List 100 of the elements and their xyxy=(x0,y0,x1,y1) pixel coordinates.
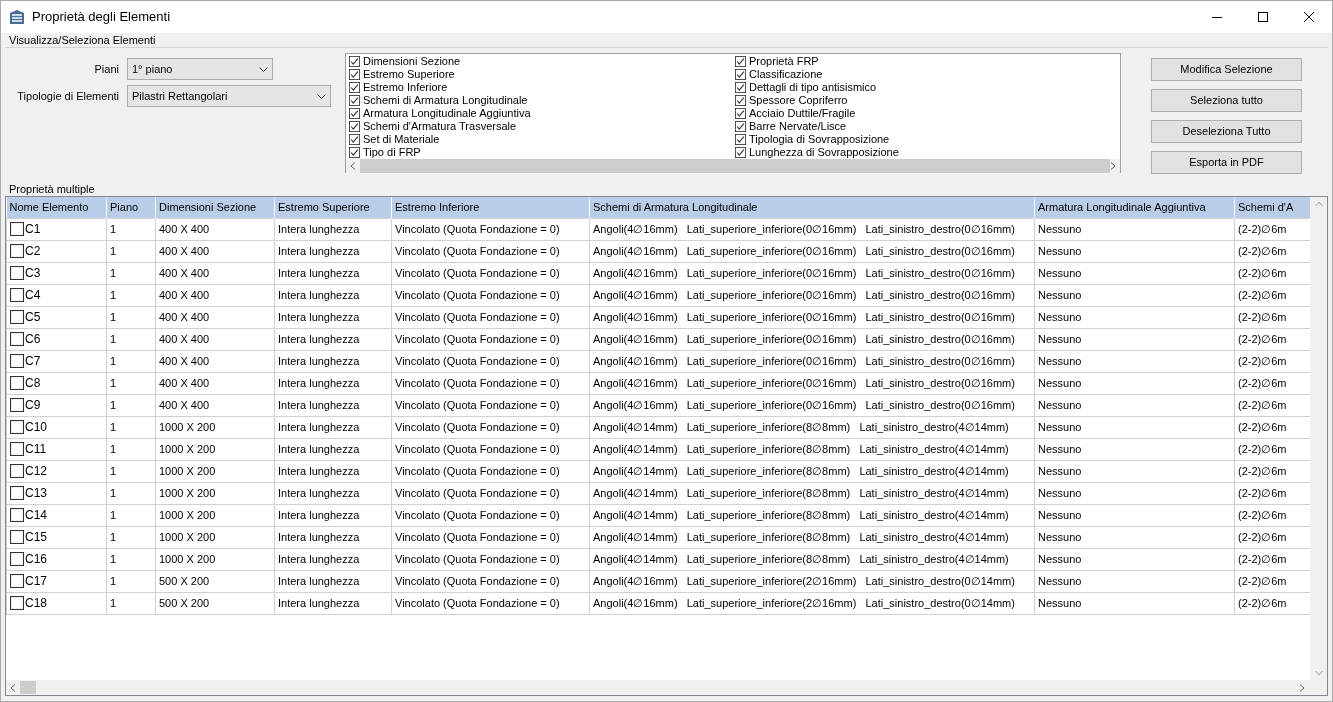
column-header[interactable]: Dimensioni Sezione xyxy=(155,197,275,218)
checkbox[interactable] xyxy=(735,134,746,145)
checkbox[interactable] xyxy=(735,56,746,67)
checkbox-label: Barre Nervate/Lisce xyxy=(749,120,847,133)
checkbox[interactable] xyxy=(349,147,360,158)
table-cell: 500 X 200 xyxy=(159,574,210,587)
dropdown[interactable]: Pilastri Rettangolari xyxy=(127,85,331,107)
checkbox[interactable] xyxy=(349,69,360,80)
table-cell: Angoli(4∅14mm) Lati_superiore_inferiore(8∅8mm) Lati_sinistro_destro(4∅14mm) xyxy=(593,486,1009,499)
dropdown[interactable]: 1° piano xyxy=(127,58,273,80)
checkbox[interactable] xyxy=(735,69,746,80)
checkbox[interactable] xyxy=(10,398,24,412)
table-cell: Intera lunghezza xyxy=(278,530,360,543)
action-button[interactable]: Esporta in PDF xyxy=(1151,151,1302,174)
table-cell: Angoli(4∅14mm) Lati_superiore_inferiore(8∅8mm) Lati_sinistro_destro(4∅14mm) xyxy=(593,442,1009,455)
table-cell: Angoli(4∅16mm) Lati_superiore_inferiore(0∅16mm) Lati_sinistro_destro(0∅16mm) xyxy=(593,376,1015,389)
table-cell: (2-2)∅6m xyxy=(1238,376,1287,389)
table-cell: Intera lunghezza xyxy=(278,222,360,235)
table-cell: (2-2)∅6m xyxy=(1238,508,1287,521)
column-header[interactable]: Schemi di Armatura Longitudinale xyxy=(589,197,1035,218)
checkbox[interactable] xyxy=(349,108,360,119)
table-cell: 1000 X 200 xyxy=(159,486,216,499)
chevron-down-icon xyxy=(259,66,268,72)
table-cell: Nessuno xyxy=(1038,354,1082,367)
table-cell: Vincolato (Quota Fondazione = 0) xyxy=(395,398,560,411)
checkbox[interactable] xyxy=(349,56,360,67)
table-cell: (2-2)∅6m xyxy=(1238,574,1287,587)
table-cell: Intera lunghezza xyxy=(278,486,360,499)
table-cell-text: C9 xyxy=(25,397,41,414)
checkbox-label: Lunghezza di Sovrapposizione xyxy=(749,146,899,159)
column-header[interactable]: Nome Elemento xyxy=(6,197,107,218)
table-cell: Angoli(4∅14mm) Lati_superiore_inferiore(8∅8mm) Lati_sinistro_destro(4∅14mm) xyxy=(593,530,1009,543)
checkbox[interactable] xyxy=(735,108,746,119)
table-cell: Vincolato (Quota Fondazione = 0) xyxy=(395,354,560,367)
scroll-left-icon xyxy=(10,683,16,692)
table-cell: Angoli(4∅16mm) Lati_superiore_inferiore(0∅16mm) Lati_sinistro_destro(0∅16mm) xyxy=(593,288,1015,301)
table-cell-text: C6 xyxy=(25,331,41,348)
table-cell: Angoli(4∅16mm) Lati_superiore_inferiore(0∅16mm) Lati_sinistro_destro(0∅16mm) xyxy=(593,354,1015,367)
checkbox[interactable] xyxy=(10,530,24,544)
column-header[interactable]: Armatura Longitudinale Aggiuntiva xyxy=(1034,197,1235,218)
checkbox[interactable] xyxy=(349,134,360,145)
checkbox[interactable] xyxy=(10,508,24,522)
table-cell: Nessuno xyxy=(1038,530,1082,543)
checkbox[interactable] xyxy=(10,464,24,478)
action-button[interactable]: Modifica Selezione xyxy=(1151,58,1302,81)
table-cell: 400 X 400 xyxy=(159,222,210,235)
table-cell: Vincolato (Quota Fondazione = 0) xyxy=(395,376,560,389)
checkbox[interactable] xyxy=(10,288,24,302)
checkbox[interactable] xyxy=(10,266,24,280)
scrollbar-thumb[interactable] xyxy=(20,681,36,694)
action-button[interactable]: Seleziona tutto xyxy=(1151,89,1302,112)
table-cell-text: C7 xyxy=(25,353,41,370)
checkbox[interactable] xyxy=(10,552,24,566)
table-cell: Vincolato (Quota Fondazione = 0) xyxy=(395,332,560,345)
vertical-scrollbar[interactable] xyxy=(1310,197,1327,680)
checkbox[interactable] xyxy=(10,332,24,346)
table-cell: 1 xyxy=(110,376,117,389)
checkbox[interactable] xyxy=(735,121,746,132)
table-cell: 1000 X 200 xyxy=(159,442,216,455)
checkbox[interactable] xyxy=(10,574,24,588)
checkbox[interactable] xyxy=(10,596,24,610)
checkbox[interactable] xyxy=(349,95,360,106)
checkbox-label: Dettagli di tipo antisismico xyxy=(749,81,877,94)
table-cell: 400 X 400 xyxy=(159,354,210,367)
field-label: Piani xyxy=(93,61,120,77)
checkbox[interactable] xyxy=(735,95,746,106)
checkbox[interactable] xyxy=(10,310,24,324)
checkbox[interactable] xyxy=(735,147,746,158)
table-cell: Nessuno xyxy=(1038,376,1082,389)
checkbox[interactable] xyxy=(10,420,24,434)
checkbox[interactable] xyxy=(10,222,24,236)
table-cell: (2-2)∅6m xyxy=(1238,596,1287,609)
action-button[interactable]: Deseleziona Tutto xyxy=(1151,120,1302,143)
table-cell: 1000 X 200 xyxy=(159,420,216,433)
table-cell: 1 xyxy=(110,530,117,543)
checkbox[interactable] xyxy=(349,121,360,132)
table-cell: Intera lunghezza xyxy=(278,288,360,301)
table-cell: 1 xyxy=(110,464,117,477)
table-cell: Vincolato (Quota Fondazione = 0) xyxy=(395,486,560,499)
checkbox[interactable] xyxy=(349,82,360,93)
horizontal-scrollbar[interactable] xyxy=(6,680,1327,695)
table-cell: Vincolato (Quota Fondazione = 0) xyxy=(395,222,560,235)
table-cell: Vincolato (Quota Fondazione = 0) xyxy=(395,552,560,565)
table-cell: Vincolato (Quota Fondazione = 0) xyxy=(395,266,560,279)
table-cell: (2-2)∅6m xyxy=(1238,464,1287,477)
checkbox[interactable] xyxy=(10,486,24,500)
checkbox[interactable] xyxy=(10,354,24,368)
checkbox[interactable] xyxy=(10,244,24,258)
column-header[interactable]: Estremo Superiore xyxy=(274,197,392,218)
column-header[interactable]: Piano xyxy=(106,197,156,218)
checkbox[interactable] xyxy=(735,82,746,93)
checkbox[interactable] xyxy=(10,376,24,390)
table-cell: (2-2)∅6m xyxy=(1238,222,1287,235)
checkbox-label: Classificazione xyxy=(749,68,823,81)
checkbox[interactable] xyxy=(10,442,24,456)
table-cell: 1 xyxy=(110,244,117,257)
table-cell: 1 xyxy=(110,552,117,565)
column-header[interactable]: Estremo Inferiore xyxy=(391,197,590,218)
table-cell: Vincolato (Quota Fondazione = 0) xyxy=(395,508,560,521)
table-cell: (2-2)∅6m xyxy=(1238,332,1287,345)
